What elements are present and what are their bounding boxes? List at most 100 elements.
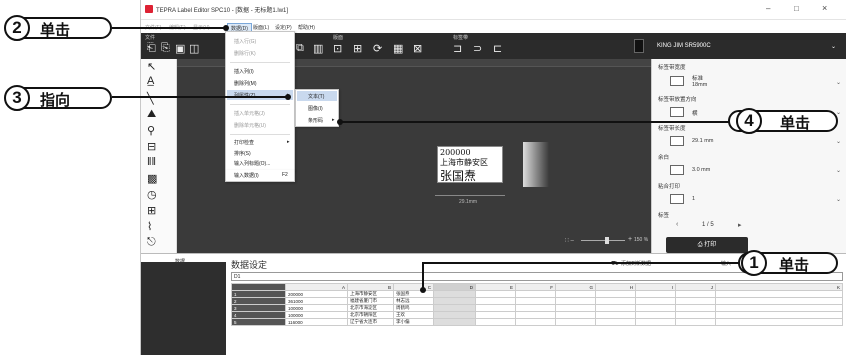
table-cell[interactable]: 周鹤鸣 [393,304,434,312]
table-cell[interactable] [715,297,843,305]
table-cell[interactable] [635,297,676,305]
col-f-header[interactable]: F [515,283,556,291]
cont-print-chevron-icon[interactable]: ⌄ [836,196,841,203]
table-cell[interactable]: 北京市朝阳区 [347,311,394,319]
table-cell[interactable] [475,311,516,319]
table-tool-icon[interactable]: ⊟ [147,140,156,153]
col-a-header[interactable]: A [285,283,348,291]
print-button[interactable]: ⎙ 打印 [666,237,748,253]
menu-insert-cell[interactable]: 插入单元格(J) [234,110,265,117]
barcode-tool-icon[interactable]: ‖‖ [147,156,156,168]
table-cell[interactable] [595,297,636,305]
table-cell[interactable] [675,304,716,312]
label-preview[interactable]: 200000 上海市静安区 张国焘 [437,146,503,183]
copy-icon[interactable]: ⧉ [296,42,304,55]
menu-settings[interactable]: 设定(P) [275,24,292,31]
table-cell[interactable] [715,304,843,312]
table-cell[interactable] [675,311,716,319]
table-cell[interactable]: 王欢 [393,311,434,319]
exit-tool-icon[interactable]: ⎋ [147,236,156,249]
prev-page-icon[interactable]: ‹ [676,221,678,228]
row-number[interactable]: 3 [231,304,286,312]
margin-chevron-icon[interactable]: ⌄ [836,167,841,174]
align-icon[interactable]: ⊡ [333,42,342,55]
table-cell[interactable]: 林志远 [393,297,434,305]
text-tool-icon[interactable]: A̲ [147,75,154,87]
tape-width-chevron-icon[interactable]: ⌄ [836,79,841,86]
table-cell[interactable] [515,290,556,298]
clip-tool-icon[interactable]: ⚲ [147,124,155,137]
table-cell[interactable] [433,297,476,305]
table-cell[interactable] [635,318,676,326]
col-g-header[interactable]: G [555,283,596,291]
data-grid[interactable]: A B C D E F G H I J K 1 200000 上海市静安区 张国… [231,283,843,326]
col-b-header[interactable]: B [347,283,394,291]
sign-tool-icon[interactable]: ⌇ [147,220,152,233]
maximize-button[interactable]: □ [794,4,799,13]
submenu-text[interactable]: 文本(T) [308,93,324,100]
menu-delete-column[interactable]: 删除列(M) [234,80,257,87]
table-cell[interactable]: 100000 [285,304,348,312]
qr-tool-icon[interactable]: ▩ [147,172,157,185]
close-button[interactable]: × [822,3,827,13]
zoom-thumb[interactable] [605,237,609,244]
zoom-out-icon[interactable]: ∷ – [565,237,574,244]
table-cell[interactable]: 100000 [285,311,348,319]
row-number[interactable]: 1 [231,290,286,298]
cont-print-value[interactable]: 1 [692,196,695,202]
submenu-image[interactable]: 图像(I) [308,105,323,112]
frame-icon[interactable]: ▦ [393,42,403,55]
tape-length-value[interactable]: 29.1 mm [692,138,713,144]
rotate-icon[interactable]: ⟳ [373,42,382,55]
margin-value[interactable]: 3.0 mm [692,167,710,173]
menu-delete-cell[interactable]: 删除单元格(U) [234,122,266,129]
col-h-header[interactable]: H [595,283,636,291]
new-icon[interactable]: ⎗ [147,42,156,55]
table-cell[interactable] [555,290,596,298]
table-cell[interactable] [475,297,516,305]
table-cell[interactable] [715,290,843,298]
table-cell[interactable] [675,318,716,326]
table-cell[interactable] [515,311,556,319]
pattern-icon[interactable]: ⊠ [413,42,422,55]
menu-print-check[interactable]: 打印检查 [234,139,254,146]
select-tool-icon[interactable]: ↖ [147,60,156,73]
table-cell[interactable] [715,311,843,319]
table-cell[interactable] [515,304,556,312]
minimize-button[interactable]: – [766,4,770,13]
table-cell[interactable] [595,304,636,312]
table-cell[interactable]: 福建省厦门市 [347,297,394,305]
table-cell[interactable] [635,290,676,298]
book-icon[interactable]: ◫ [189,42,199,55]
table-cell[interactable]: 116000 [285,318,348,326]
delete-icon[interactable]: ▥ [313,42,323,55]
table-cell[interactable] [433,304,476,312]
save-icon[interactable]: ▣ [175,42,185,55]
menu-layout[interactable]: 版面(L) [253,24,269,31]
zoom-slider[interactable] [581,240,625,241]
row-number[interactable]: 5 [231,318,286,326]
zoom-in-icon[interactable]: + [628,236,632,243]
table-cell[interactable] [555,297,596,305]
col-c-header[interactable]: C [393,283,434,291]
table-cell[interactable] [555,318,596,326]
next-page-icon[interactable]: ▸ [738,221,742,229]
table-cell[interactable] [515,318,556,326]
tape-dir-value[interactable]: 横 [692,109,698,117]
col-i-header[interactable]: I [635,283,676,291]
tape-length-chevron-icon[interactable]: ⌄ [836,138,841,145]
printer-chevron-icon[interactable]: ⌄ [831,43,836,50]
menu-delete-row[interactable]: 删除行(K) [234,50,256,57]
table-cell[interactable]: 200000 [285,290,348,298]
menu-insert-column[interactable]: 插入列(I) [234,68,254,75]
menu-input-data[interactable]: 输入数据(I) [234,172,259,179]
table-cell[interactable] [675,290,716,298]
table-cell[interactable] [515,297,556,305]
tape3-icon[interactable]: ⊏ [493,42,502,55]
open-icon[interactable]: ⎘ [161,42,170,55]
menu-help[interactable]: 帮助(H) [298,24,315,31]
row-number[interactable]: 4 [231,311,286,319]
table-cell[interactable] [475,290,516,298]
line-tool-icon[interactable]: ╲ [147,92,154,105]
table-cell[interactable] [433,318,476,326]
